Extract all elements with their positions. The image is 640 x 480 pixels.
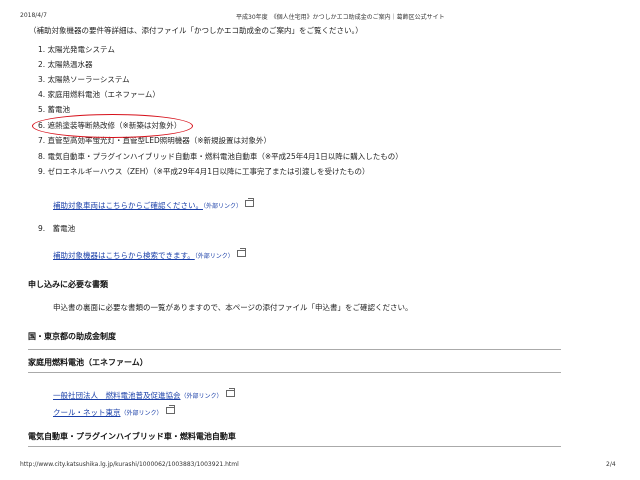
list-item: 7. 直管型高効率蛍光灯・直管型LED照明機器（※新規設置は対象外） xyxy=(38,136,272,145)
highlight-oval xyxy=(32,114,193,138)
page-title: 平成30年度 《個人住宅用》かつしかエコ助成金のご案内｜葛飾区公式サイト xyxy=(236,14,445,21)
list-item: 5. 蓄電池 xyxy=(38,105,71,114)
devices-link[interactable]: 補助対象機器はこちらから検索できます。 xyxy=(53,251,195,260)
divider xyxy=(28,372,561,373)
print-date: 2018/4/7 xyxy=(20,12,47,19)
footer-url: http://www.city.katsushika.lg.jp/kurashi… xyxy=(20,461,239,468)
list-item: 9. 蓄電池 xyxy=(38,224,76,233)
external-link-label: （外部リンク） xyxy=(120,410,163,417)
documents-heading: 申し込みに必要な書類 xyxy=(28,280,108,289)
vehicles-link-row: 補助対象車両はこちらからご確認ください。（外部リンク） xyxy=(53,193,255,212)
external-link-icon xyxy=(236,248,246,257)
national-heading: 国・東京都の助成金制度 xyxy=(28,332,116,341)
list-item: 2. 太陽熱温水器 xyxy=(38,60,93,69)
page-number: 2/4 xyxy=(606,461,616,468)
external-link-icon xyxy=(225,388,235,397)
list-item: 8. 電気自動車・プラグインハイブリッド自動車・燃料電池自動車（※平成25年4月… xyxy=(38,152,403,161)
ev-heading: 電気自動車・プラグインハイブリッド車・燃料電池自動車 xyxy=(28,432,236,441)
documents-text: 申込書の裏面に必要な書類の一覧がありますので、本ページの添付ファイル「申込書」を… xyxy=(53,303,413,312)
vehicles-link[interactable]: 補助対象車両はこちらからご確認ください。 xyxy=(53,201,203,210)
fuelcell-assoc-link[interactable]: 一般社団法人 燃料電池普及促進協会 xyxy=(53,391,181,400)
external-link-label: （外部リンク） xyxy=(180,393,223,400)
external-link-icon xyxy=(165,405,175,414)
devices-link-row: 補助対象機器はこちらから検索できます。（外部リンク） xyxy=(53,243,246,262)
list-item: 3. 太陽熱ソーラーシステム xyxy=(38,75,130,84)
list-item: 9. ゼロエネルギーハウス（ZEH）（※平成29年4月1日以降に工事完了または引… xyxy=(38,167,370,176)
divider xyxy=(28,446,561,447)
list-item: 4. 家庭用燃料電池（エネファーム） xyxy=(38,90,160,99)
list-item: 1. 太陽光発電システム xyxy=(38,45,115,54)
cool-net-link[interactable]: クール・ネット東京 xyxy=(53,408,121,417)
divider xyxy=(28,349,561,350)
cool-net-link-row: クール・ネット東京（外部リンク） xyxy=(53,400,175,419)
fuelcell-heading: 家庭用燃料電池（エネファーム） xyxy=(28,358,148,367)
external-link-label: （外部リンク） xyxy=(203,203,243,210)
external-link-label: （外部リンク） xyxy=(194,253,234,260)
intro-text: （補助対象機器の要件等詳細は、添付ファイル「かつしかエコ助成金のご案内」をご覧く… xyxy=(29,26,363,35)
external-link-icon xyxy=(245,198,255,207)
